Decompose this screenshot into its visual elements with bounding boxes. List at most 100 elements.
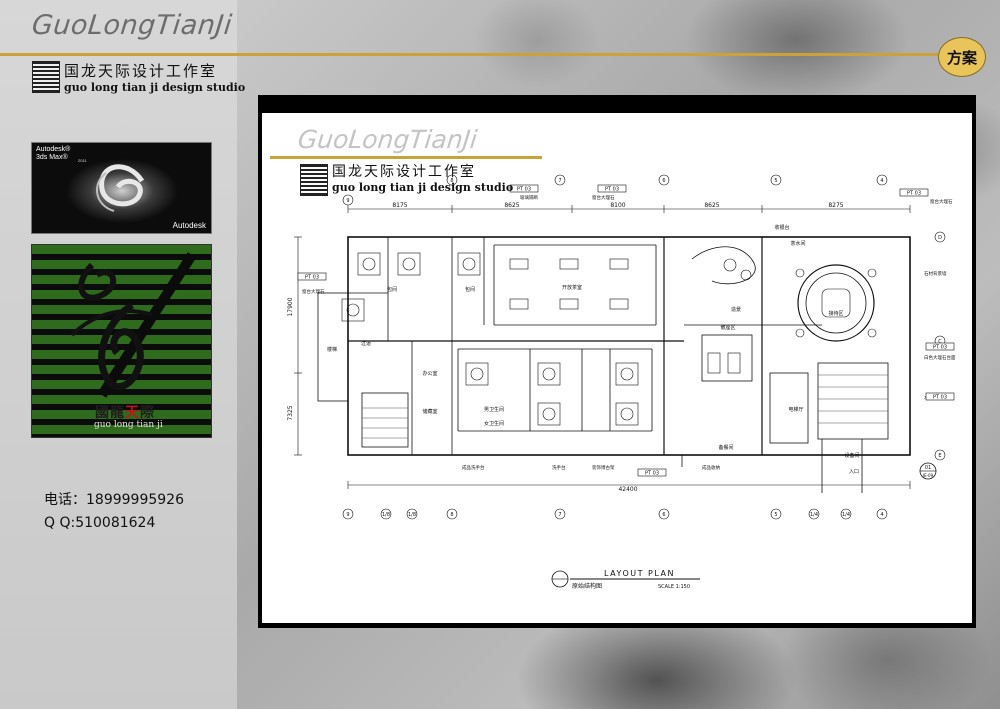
callout-window-stone-left: 窗台大理石: [302, 288, 325, 295]
plan-pt-tags: PT 03 PT 03 PT 03 PT 03 PT 03 PT 03 PT 0…: [297, 184, 955, 477]
header-gold-rule: [0, 53, 940, 56]
plan-furniture: [341, 252, 877, 426]
grid-bottom-1: 1/8: [382, 512, 390, 518]
label-corridor: 过道: [361, 340, 371, 347]
grid-bottom-3: 8: [450, 512, 453, 518]
label-entrance: 入口: [849, 469, 859, 475]
grid-top-3: 6: [662, 178, 665, 184]
plan-grid-labels: 9 8 7 6 5 4 9 1/8 1/8 8 7 6 5 1/4 1/4 4: [346, 178, 942, 518]
logo-cn-part2: 天: [125, 404, 140, 420]
dim-top-1: 8175: [392, 202, 407, 209]
callout-window-stone-top: 窗台大理石: [592, 194, 615, 201]
sheet-ref-number: 01: [925, 465, 931, 471]
grid-right-2: E: [938, 453, 941, 459]
label-landscape: 造景: [731, 306, 741, 313]
grid-top-2: 7: [558, 178, 561, 184]
grid-bottom-8: 1/4: [842, 512, 850, 518]
callout-hand-sink: 洗手台: [552, 464, 566, 471]
callout-washbasin: 成品洗手台: [462, 464, 485, 471]
plan-grid-bubbles: [342, 174, 946, 520]
sheet-gold-rule: [270, 156, 542, 159]
drawing-frame: 9 8 7 6 5 4 9 1/8 1/8 8 7 6 5 1/4 1/4 4: [258, 95, 976, 628]
pt-tag-2: PT 03: [605, 187, 619, 193]
callout-white-marble: 白色大理石台面: [924, 354, 956, 361]
grid-bottom-5: 6: [662, 512, 665, 518]
contact-qq: Q Q:510081624: [44, 515, 156, 531]
grid-bottom-2: 1/8: [408, 512, 416, 518]
dim-left-1: 17900: [287, 297, 294, 316]
label-restroom-f: 女卫生间: [484, 420, 504, 427]
label-tea-room: 茶水间: [790, 240, 805, 247]
studio-logo-artwork: 國龍天際 guo long tian ji: [31, 244, 212, 438]
software-logo-3dsmax: Autodesk® 3ds Max® 2011 Autodesk: [31, 142, 212, 234]
plan-room-labels: 包间 包间 过道 开放茶室 接待区 造景 茶水间 散座区 男卫生间 女卫生间 电…: [327, 224, 860, 475]
plan-subtitle: 原始结构图: [572, 582, 602, 590]
grid-bottom-6: 5: [774, 512, 777, 518]
pt-tag-4: PT 03: [305, 275, 319, 281]
studio-logo-icon: [32, 61, 60, 93]
grid-top-5: 4: [880, 178, 883, 184]
dim-left-2: 7325: [287, 405, 294, 420]
callout-finished-storage: 成品收纳: [702, 464, 720, 471]
pt-tag-6: PT 03: [933, 395, 947, 401]
pt-tag-1: PT 03: [517, 187, 531, 193]
plan-callouts: 玻璃隔断 窗台大理石 成品洗手台 洗手台 装饰博古架 成品收纳 白色大理石台面 …: [302, 194, 956, 471]
label-waiting: 接待区: [828, 310, 843, 317]
plan-walls: [317, 236, 911, 493]
label-restroom-m: 男卫生间: [484, 406, 504, 413]
label-vip-room-1: 包间: [387, 286, 397, 293]
grid-bottom-7: 1/4: [810, 512, 818, 518]
label-office: 办公室: [422, 370, 437, 377]
sheet-studio-en: guo long tian ji design studio: [332, 181, 514, 194]
pt-tag-7: PT 03: [645, 471, 659, 477]
callout-window-stone-right: 窗台大理石: [930, 198, 953, 205]
dim-top-5: 8275: [828, 202, 843, 209]
studio-logo-cn: 國龍天際: [95, 402, 155, 422]
dim-top-4: 8625: [704, 202, 719, 209]
plan-hatch: [362, 374, 888, 439]
brand-script-title: GuoLongTianJi: [30, 10, 234, 41]
plan-title: LAYOUT PLAN: [604, 569, 675, 578]
label-vip-room-2: 包间: [465, 286, 475, 293]
drawing-sheet: 9 8 7 6 5 4 9 1/8 1/8 8 7 6 5 1/4 1/4 4: [262, 113, 972, 623]
callout-decor-shelf: 装饰博古架: [592, 464, 615, 471]
logo-cn-part3: 際: [140, 404, 155, 420]
sheet-studio-cn: 国龙天际设计工作室: [332, 164, 476, 180]
grid-right-0: D: [938, 235, 942, 241]
plan-title-block: LAYOUT PLAN 原始结构图 SCALE 1:150: [551, 569, 700, 590]
grid-top-4: 5: [774, 178, 777, 184]
label-storage: 储藏室: [422, 408, 437, 415]
dim-top-3: 8100: [610, 202, 625, 209]
grid-bottom-4: 7: [558, 512, 561, 518]
pt-tag-3: PT 03: [907, 191, 921, 197]
label-elevator: 电梯厅: [788, 406, 803, 413]
dim-top-2: 8625: [504, 202, 519, 209]
label-stairs: 楼梯: [327, 346, 337, 353]
plan-sheet-ref: 01 IE-09: [919, 462, 937, 480]
grid-bottom-0: 9: [346, 512, 349, 518]
label-pantry: 备餐间: [718, 444, 733, 451]
logo-cn-part1: 國龍: [95, 404, 125, 420]
sheet-brand-watermark: GuoLongTianJi: [296, 125, 479, 154]
plan-scale: SCALE 1:150: [658, 584, 690, 590]
sheet-logo-icon: [300, 164, 328, 196]
pt-tag-5: PT 03: [933, 345, 947, 351]
label-cashier: 收银台: [774, 224, 789, 231]
3dsmax-swirl-icon: [96, 164, 145, 212]
sheet-ref-code: IE-09: [923, 473, 934, 478]
label-open-card: 开放茶室: [562, 284, 582, 291]
studio-name-en: guo long tian ji design studio: [64, 81, 246, 94]
page: GuoLongTianJi 国龙天际设计工作室 guo long tian ji…: [0, 0, 1000, 709]
grid-top-0: 9: [346, 198, 349, 204]
studio-name-cn: 国龙天际设计工作室: [64, 62, 218, 80]
section-badge[interactable]: 方案: [938, 37, 986, 77]
plan-dimensions: 8175 8625 8100 8625 8275 42400 17900 732…: [287, 202, 844, 493]
callout-stone-wall: 石材背景墙: [924, 270, 947, 277]
dim-overall: 42400: [618, 486, 637, 493]
plan-dimension-lines: [294, 205, 911, 489]
callout-glass-partition: 玻璃隔断: [520, 194, 538, 201]
label-equipment: 设备间: [844, 452, 859, 459]
studio-logo-en: guo long tian ji: [94, 420, 163, 430]
software-brand: Autodesk: [172, 221, 206, 230]
label-hall: 散座区: [720, 324, 735, 331]
